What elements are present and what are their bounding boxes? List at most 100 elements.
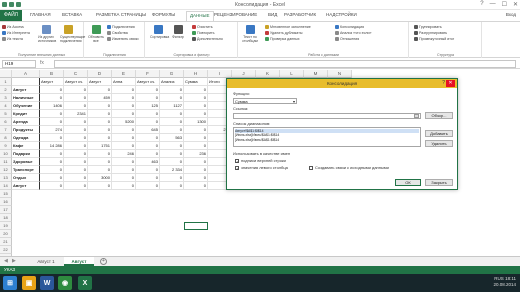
table-cell[interactable]: 0 — [184, 126, 208, 134]
chrome-icon[interactable]: ◉ — [58, 276, 72, 290]
row-header[interactable]: 15 — [0, 190, 12, 198]
table-cell[interactable]: Одежда — [12, 134, 40, 142]
table-cell[interactable]: 0 — [64, 150, 88, 158]
column-header[interactable]: F — [136, 70, 160, 78]
close-button[interactable]: Закрыть — [425, 179, 453, 186]
table-cell[interactable]: 0 — [64, 94, 88, 102]
table-cell[interactable]: 645 — [136, 126, 160, 134]
sort-button[interactable]: Сортировка — [150, 24, 169, 39]
undo-icon[interactable] — [9, 2, 14, 7]
table-cell[interactable]: 0 — [112, 174, 136, 182]
table-cell[interactable]: 0 — [112, 142, 136, 150]
table-cell[interactable]: 0 — [40, 118, 64, 126]
ok-button[interactable]: ОК — [395, 179, 421, 186]
advanced-button[interactable]: Дополнительно — [192, 36, 223, 42]
system-tray[interactable]: RUS 18:11 20.08.2014 — [493, 276, 516, 288]
column-header[interactable]: B — [40, 70, 64, 78]
table-cell[interactable]: 0 — [160, 86, 184, 94]
table-cell[interactable]: 0 — [40, 94, 64, 102]
table-cell[interactable]: 236 — [184, 150, 208, 158]
table-cell[interactable]: 0 — [136, 174, 160, 182]
redo-icon[interactable] — [16, 2, 21, 7]
table-cell[interactable]: Кафе — [12, 142, 40, 150]
table-cell[interactable]: 0 — [64, 86, 88, 94]
sheet-tab-active[interactable]: Август — [64, 257, 94, 266]
top-row-checkbox[interactable]: ✓ — [235, 158, 239, 163]
table-cell[interactable]: 0 — [40, 86, 64, 94]
table-cell[interactable]: 459 — [88, 94, 112, 102]
row-header[interactable]: 9 — [0, 142, 12, 150]
row-header[interactable]: 5 — [0, 110, 12, 118]
create-links-option[interactable]: Создавать связи с исходными данными — [309, 165, 389, 170]
column-header[interactable]: A — [12, 70, 40, 78]
table-cell[interactable]: 0 — [136, 134, 160, 142]
table-cell[interactable]: 14 286 — [40, 142, 64, 150]
table-cell[interactable]: 0 — [136, 86, 160, 94]
dialog-title[interactable]: Консолидация — [227, 79, 457, 88]
table-cell[interactable]: 0 — [160, 110, 184, 118]
add-button[interactable]: Добавить — [425, 130, 453, 137]
row-header[interactable]: 17 — [0, 206, 12, 214]
table-cell[interactable]: 0 — [88, 134, 112, 142]
table-cell[interactable]: Подарки — [12, 150, 40, 158]
table-cell[interactable]: 0 — [64, 126, 88, 134]
refresh-all-button[interactable]: Обновить все — [88, 24, 104, 43]
column-header[interactable]: M — [304, 70, 328, 78]
close-icon[interactable]: ✕ — [446, 80, 455, 87]
tab-home[interactable]: ГЛАВНАЯ — [30, 12, 51, 20]
column-header[interactable]: I — [208, 70, 232, 78]
table-cell[interactable]: 0 — [136, 94, 160, 102]
tab-developer[interactable]: РАЗРАБОТЧИК — [284, 12, 316, 20]
name-box[interactable]: H19 — [2, 60, 36, 68]
row-header[interactable]: 16 — [0, 198, 12, 206]
scroll-tabs-right-icon[interactable]: ▶ — [12, 258, 16, 264]
table-cell[interactable]: 2 334 — [160, 166, 184, 174]
tab-insert[interactable]: ВСТАВКА — [62, 12, 82, 20]
table-cell[interactable]: 0 — [88, 118, 112, 126]
row-header[interactable]: 13 — [0, 174, 12, 182]
table-cell[interactable]: 0 — [112, 158, 136, 166]
column-header[interactable]: G — [160, 70, 184, 78]
table-cell[interactable]: 0 — [40, 150, 64, 158]
table-cell[interactable]: 0 — [64, 158, 88, 166]
row-header[interactable]: 6 — [0, 118, 12, 126]
column-header[interactable]: H — [184, 70, 208, 78]
table-cell[interactable]: 0 — [160, 94, 184, 102]
start-icon[interactable]: ⊞ — [3, 276, 17, 290]
table-cell[interactable]: 0 — [40, 182, 64, 190]
table-cell[interactable]: 0 — [160, 158, 184, 166]
formula-input[interactable] — [54, 60, 516, 68]
left-column-checkbox[interactable]: ✓ — [235, 165, 239, 170]
collapse-dialog-icon[interactable] — [414, 114, 419, 118]
table-cell[interactable]: 125 — [136, 102, 160, 110]
language-indicator[interactable]: RUS — [494, 276, 504, 281]
table-cell[interactable]: 0 — [112, 86, 136, 94]
column-header[interactable]: J — [232, 70, 256, 78]
table-cell[interactable]: 1300 — [184, 118, 208, 126]
table-cell[interactable]: 0 — [184, 182, 208, 190]
column-header[interactable]: C — [64, 70, 88, 78]
table-cell[interactable]: 0 — [64, 182, 88, 190]
browse-button[interactable]: Обзор... — [425, 112, 453, 119]
row-header[interactable]: 22 — [0, 246, 12, 254]
file-explorer-icon[interactable]: ▣ — [22, 276, 36, 290]
top-row-option[interactable]: ✓ подписи верхней строки — [235, 158, 286, 163]
table-cell[interactable]: Продукты — [12, 126, 40, 134]
row-header[interactable]: 8 — [0, 134, 12, 142]
table-cell[interactable]: 0 — [136, 110, 160, 118]
row-header[interactable]: 11 — [0, 158, 12, 166]
fx-icon[interactable]: fx — [40, 60, 44, 66]
table-cell[interactable]: Август — [12, 86, 40, 94]
table-cell[interactable]: 0 — [112, 102, 136, 110]
word-icon[interactable]: W — [40, 276, 54, 290]
list-item[interactable]: [Июнь.xlsx]Июнь!$A$1:$I$14 — [235, 138, 419, 142]
table-cell[interactable]: 274 — [40, 126, 64, 134]
row-header[interactable]: 7 — [0, 126, 12, 134]
table-cell[interactable]: 0 — [184, 166, 208, 174]
table-cell[interactable]: 0 — [40, 166, 64, 174]
sheet-tab[interactable]: Август 1 — [30, 257, 62, 266]
table-cell[interactable]: Здоровье — [12, 158, 40, 166]
table-cell[interactable]: 0 — [64, 102, 88, 110]
maximize-icon[interactable]: ☐ — [502, 1, 507, 8]
table-cell[interactable]: Кредит — [12, 110, 40, 118]
